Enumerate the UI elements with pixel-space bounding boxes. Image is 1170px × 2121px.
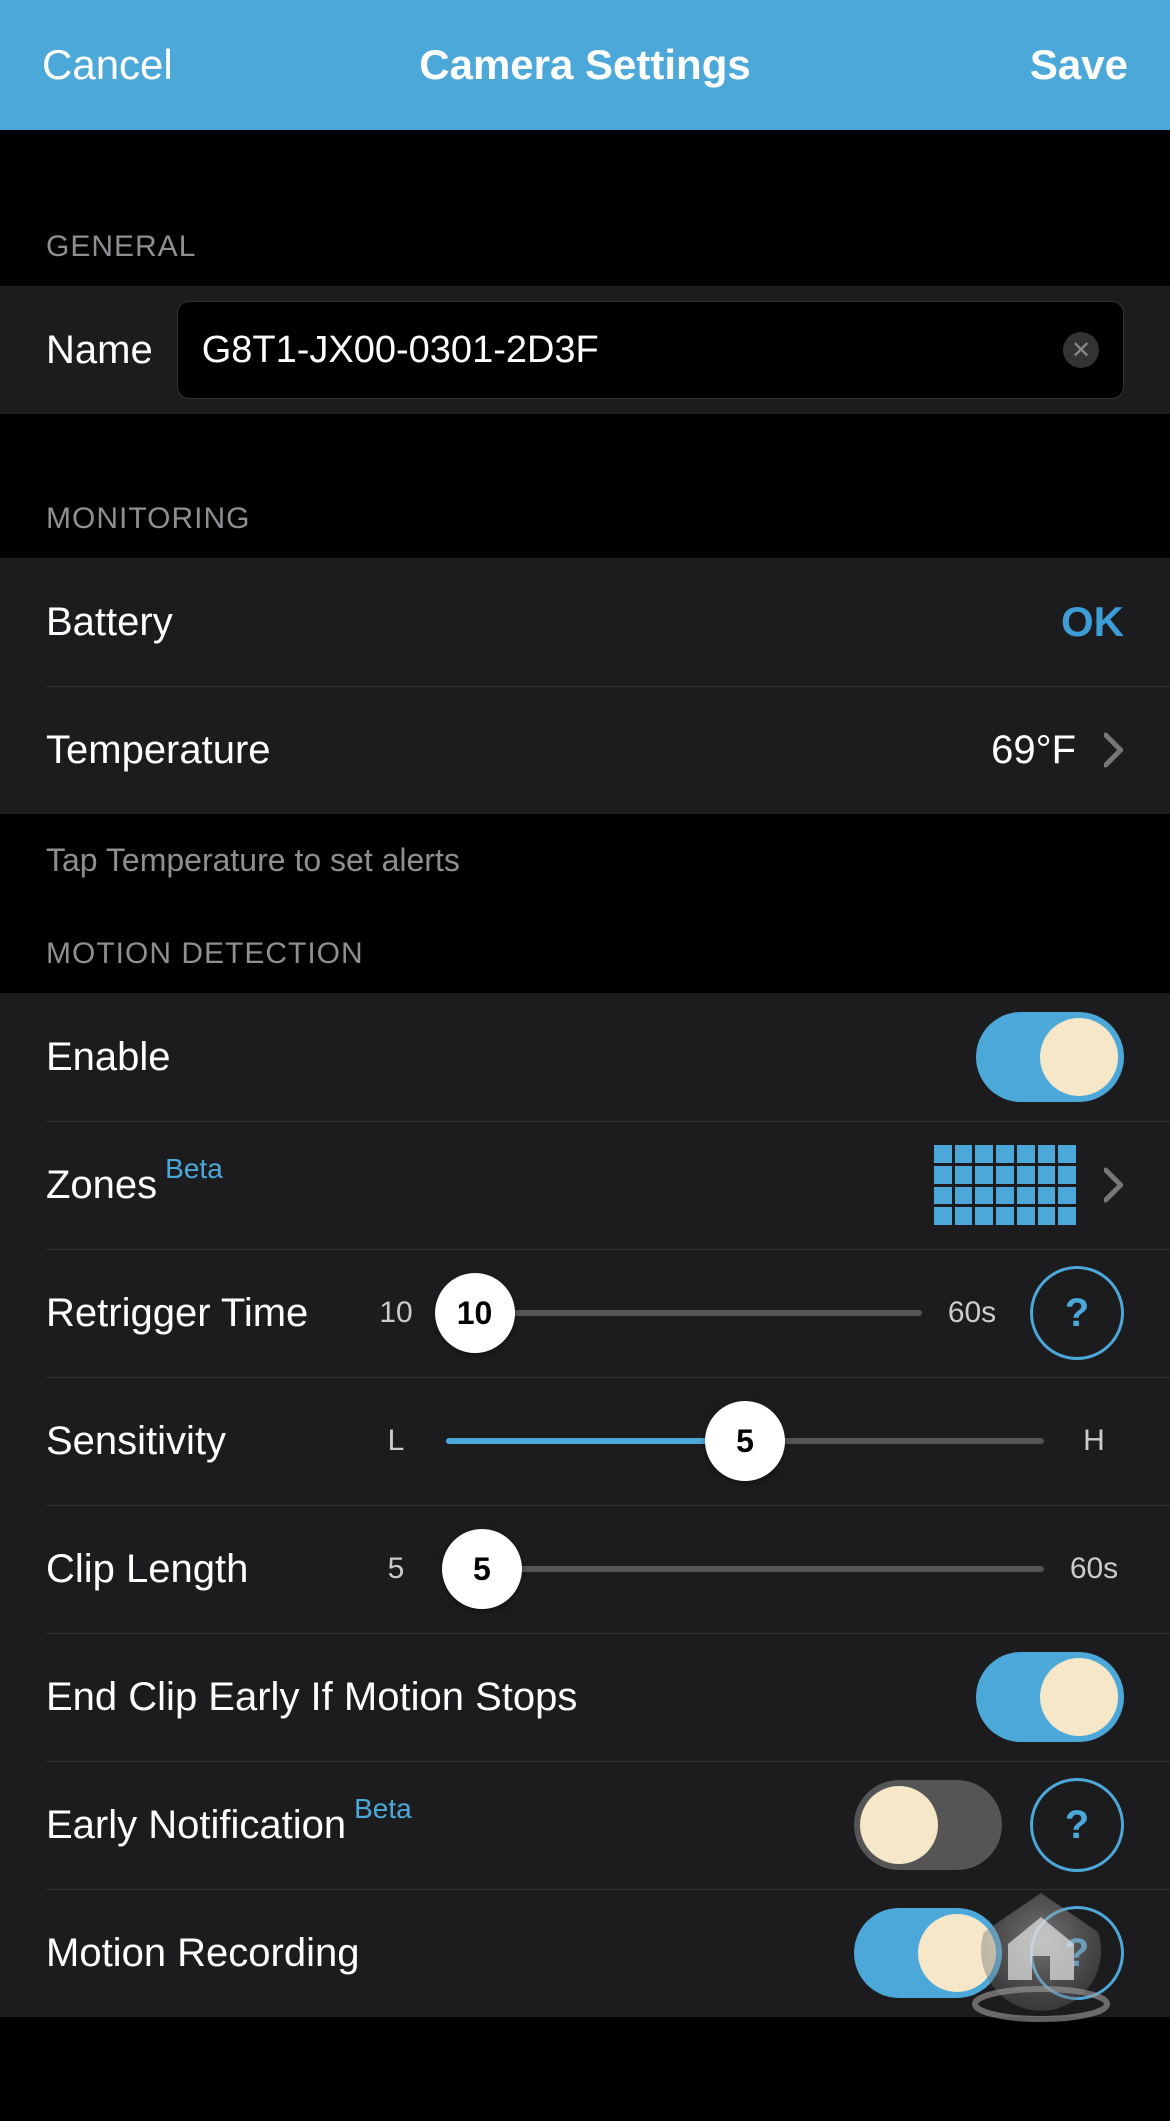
cliplength-min: 5 [366,1552,426,1586]
sensitivity-slider[interactable]: 5 [446,1438,1044,1444]
sensitivity-thumb[interactable]: 5 [705,1401,785,1481]
retrigger-row: Retrigger Time 10 10 60s ? [0,1249,1170,1377]
cliplength-max: 60s [1064,1552,1124,1586]
cliplength-label: Clip Length [46,1547,366,1592]
recording-label: Motion Recording [46,1931,360,1976]
name-input[interactable] [202,329,1063,372]
temperature-label: Temperature [46,728,271,773]
battery-value: OK [1061,598,1124,646]
save-button[interactable]: Save [1030,41,1128,89]
earlynotif-beta-badge: Beta [354,1793,412,1825]
earlynotif-label: Early Notification [46,1803,346,1848]
endclip-row: End Clip Early If Motion Stops [0,1633,1170,1761]
enable-toggle[interactable] [976,1012,1124,1102]
retrigger-max: 60s [942,1296,1002,1330]
enable-row: Enable [0,993,1170,1121]
retrigger-label: Retrigger Time [46,1291,366,1336]
temperature-row[interactable]: Temperature 69°F [0,686,1170,814]
endclip-toggle[interactable] [976,1652,1124,1742]
retrigger-slider[interactable]: 10 [446,1310,922,1316]
sensitivity-row: Sensitivity L 5 H [0,1377,1170,1505]
earlynotif-row: Early Notification Beta ? [0,1761,1170,1889]
endclip-label: End Clip Early If Motion Stops [46,1675,577,1720]
earlynotif-help-icon[interactable]: ? [1030,1778,1124,1872]
cancel-button[interactable]: Cancel [42,41,173,89]
cliplength-slider[interactable]: 5 [446,1566,1044,1572]
sensitivity-max: H [1064,1424,1124,1458]
sensitivity-label: Sensitivity [46,1419,366,1464]
name-row: Name ✕ [0,286,1170,414]
retrigger-thumb[interactable]: 10 [435,1273,515,1353]
page-title: Camera Settings [419,41,750,89]
cliplength-thumb[interactable]: 5 [442,1529,522,1609]
chevron-right-icon [1104,1167,1124,1203]
name-label: Name [46,328,153,373]
sensitivity-min: L [366,1424,426,1458]
header-bar: Cancel Camera Settings Save [0,0,1170,130]
zones-row[interactable]: Zones Beta [0,1121,1170,1249]
zones-label: Zones [46,1163,157,1208]
temperature-value: 69°F [991,728,1076,773]
floating-home-icon[interactable] [966,1878,1116,2028]
battery-label: Battery [46,600,173,645]
cliplength-row: Clip Length 5 5 60s [0,1505,1170,1633]
battery-row[interactable]: Battery OK [0,558,1170,686]
zones-grid-icon [934,1145,1076,1225]
name-input-wrap: ✕ [177,301,1124,399]
section-header-monitoring: Monitoring [0,414,1170,558]
chevron-right-icon [1104,732,1124,768]
temperature-hint: Tap Temperature to set alerts [0,814,1170,889]
retrigger-help-icon[interactable]: ? [1030,1266,1124,1360]
section-header-general: General [0,130,1170,286]
clear-name-icon[interactable]: ✕ [1063,332,1099,368]
section-header-motion: Motion Detection [0,889,1170,993]
enable-label: Enable [46,1035,171,1080]
zones-beta-badge: Beta [165,1153,223,1185]
retrigger-min: 10 [366,1296,426,1330]
earlynotif-toggle[interactable] [854,1780,1002,1870]
